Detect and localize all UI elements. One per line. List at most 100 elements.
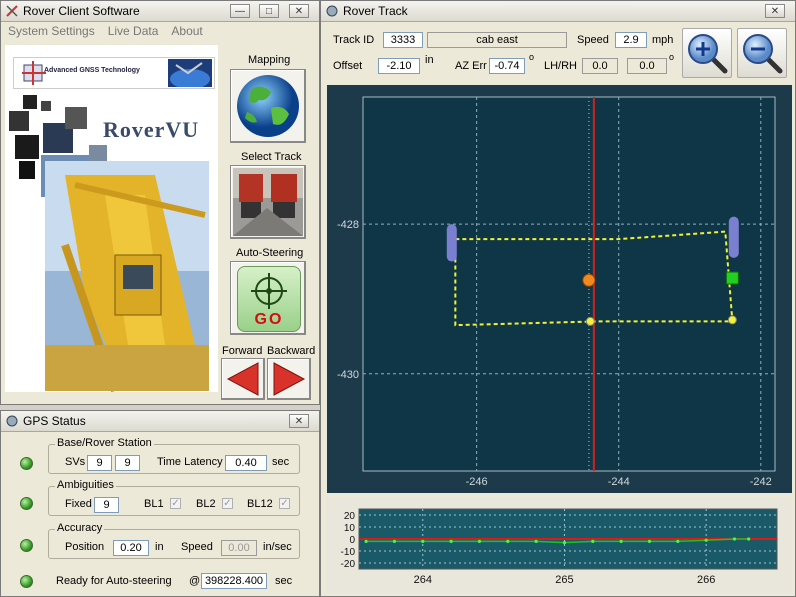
xt-series-point [704,538,708,542]
gps-window: GPS Status ✕ Base/Rover Station SVs 9 9 … [0,410,320,597]
client-title: Rover Client Software [23,4,140,18]
select-track-button[interactable] [230,165,306,239]
backward-label: Backward [267,345,316,357]
client-window: Rover Client Software — □ ✕ System Setti… [0,0,320,405]
left-arrow-icon [226,362,259,396]
cross-track-chart[interactable]: 264 265 266 20100-10-20 [327,497,792,593]
zoom-out-icon [743,34,783,74]
xt-y-tick-label: 10 [344,523,356,534]
xt-series-point [506,539,510,543]
bl12-checkbox[interactable]: ✓ [279,498,290,509]
fixed-label: Fixed [65,498,92,510]
rh-field: 0.0 [627,58,667,74]
track-y-tick-label: -428 [337,219,359,231]
menu-live-data[interactable]: Live Data [108,24,159,38]
xt-series-point [591,539,595,543]
position-field: 0.20 [113,540,149,556]
gps-window-icon [5,414,19,428]
xt-series-point [676,539,680,543]
xt-series-point [747,537,751,541]
xt-series-point [647,539,652,543]
fixed-field: 9 [94,497,119,513]
xt-y-tick-label: 0 [349,535,355,546]
svs-label: SVs [65,456,86,468]
track-x-tick-label: -244 [608,476,630,488]
bl1-checkbox[interactable]: ✓ [170,498,181,509]
offset-field: -2.10 [378,58,420,74]
speed-field: 0.00 [221,540,257,556]
vehicles-icon [233,168,303,236]
ready-unit: sec [275,575,293,587]
accuracy-group: Accuracy Position 0.20 in Speed 0.00 in/… [48,522,300,559]
menu-system-settings[interactable]: System Settings [8,24,95,38]
gps-titlebar: GPS Status ✕ [1,411,319,432]
az-err-label: AZ Err [455,60,487,72]
splash-image: Advanced GNSS Technology RoverVU [5,45,218,392]
time-latency-unit: sec [272,456,290,468]
xt-x-tick-label: 264 [414,574,432,586]
globe-icon [237,75,299,137]
track-window-icon [325,4,339,18]
backward-button[interactable] [267,358,311,400]
track-title: Rover Track [343,4,408,18]
ready-led [20,575,33,588]
xt-series-point [364,539,368,543]
mapping-label: Mapping [248,54,291,66]
ready-time-field: 398228.400 [201,573,267,589]
lhrh-unit: o [669,52,675,62]
speed-field: 2.9 [615,32,647,48]
bl2-label: BL2 [196,498,216,510]
go-label: GO [254,311,284,328]
zoom-in-button[interactable] [682,28,732,78]
xt-x-tick-label: 265 [555,574,573,586]
satellite-icon [5,4,19,18]
forward-label: Forward [222,345,263,357]
track-name-field: cab east [427,32,567,48]
speed-label: Speed [181,541,213,553]
xt-series-point [562,541,567,545]
right-arrow-icon [273,362,306,396]
gps-close-icon[interactable]: ✕ [289,414,309,428]
speed-label: Speed [577,34,609,46]
offset-unit: in [425,54,434,66]
gps-title: GPS Status [23,414,86,428]
close-icon[interactable]: ✕ [289,4,309,18]
maximize-icon[interactable]: □ [259,4,279,18]
ambiguities-group: Ambiguities Fixed 9 BL1 ✓ BL2 ✓ BL12 ✓ [48,479,300,516]
track-x-tick-label: -242 [750,476,772,488]
lhrh-label: LH/RH [544,60,578,72]
position-unit: in [155,541,164,553]
lane-bar [446,224,457,262]
az-err-field: -0.74 [489,58,525,74]
bl2-checkbox[interactable]: ✓ [222,498,233,509]
zoom-out-button[interactable] [737,28,787,78]
go-button-face: GO [237,266,301,332]
track-chart[interactable]: -246 -244 -242 -428 -430 [327,85,792,493]
track-id-label: Track ID [333,34,375,46]
target-marker [725,271,739,285]
track-close-icon[interactable]: ✕ [765,4,785,18]
minimize-icon[interactable]: — [230,4,250,18]
mapping-button[interactable] [230,69,306,143]
client-menubar: System Settings Live Data About [1,22,319,40]
xt-x-tick-label: 266 [697,574,715,586]
xt-series-point [619,539,623,543]
ambiguities-group-label: Ambiguities [55,479,116,491]
time-latency-label: Time Latency [157,456,223,468]
xt-series-point [421,539,425,543]
svs-base-field: 9 [87,455,112,471]
xt-y-tick-label: -20 [341,559,356,570]
lane-bar [728,216,739,258]
auto-steering-button[interactable]: GO [230,261,306,335]
menu-about[interactable]: About [171,24,202,38]
splash-graphic [9,95,209,392]
xt-series-point [534,539,538,543]
accuracy-group-label: Accuracy [55,522,105,534]
ready-at: @ [189,575,201,587]
speed-unit: in/sec [263,541,292,553]
lh-field: 0.0 [582,58,618,74]
track-x-tick-label: -246 [466,476,488,488]
forward-button[interactable] [221,358,265,400]
time-latency-field: 0.40 [225,455,267,471]
xt-y-tick-label: -10 [341,547,356,558]
